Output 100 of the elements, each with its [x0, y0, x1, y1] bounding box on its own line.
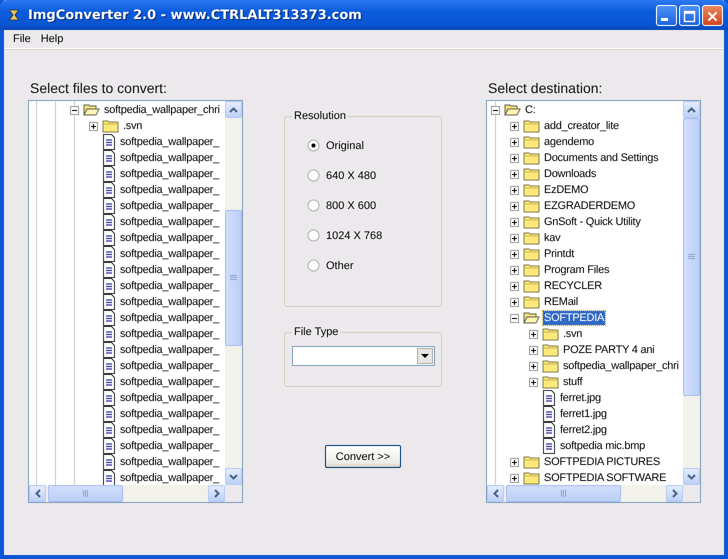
radio-label[interactable]: 640 X 480: [326, 170, 376, 182]
tree-item[interactable]: softpedia_wallpaper_: [119, 135, 220, 149]
tree-item[interactable]: add_creator_lite: [543, 119, 620, 133]
tree-item[interactable]: Program Files: [543, 263, 610, 277]
radio-label[interactable]: 1024 X 768: [326, 230, 382, 242]
maximize-button[interactable]: [679, 4, 700, 26]
tree-item[interactable]: SOFTPEDIA: [543, 311, 606, 325]
scroll-up-button[interactable]: [225, 101, 242, 118]
scroll-thumb[interactable]: [225, 210, 242, 346]
tree-item[interactable]: SOFTPEDIA SOFTWARE: [543, 471, 668, 485]
tree-item[interactable]: softpedia_wallpaper_chri: [103, 103, 221, 117]
tree-item[interactable]: Printdt: [543, 247, 576, 261]
expand-toggle-icon[interactable]: [510, 282, 519, 290]
tree-item[interactable]: C:: [524, 103, 536, 117]
expand-toggle-icon[interactable]: [510, 266, 519, 274]
tree-item[interactable]: Downloads: [543, 167, 598, 181]
expand-toggle-icon[interactable]: [89, 122, 98, 130]
scroll-thumb[interactable]: [48, 485, 123, 502]
expand-toggle-icon[interactable]: [510, 234, 519, 242]
folder-tree[interactable]: [28, 100, 243, 503]
close-button[interactable]: [702, 4, 723, 26]
radio-button[interactable]: [307, 169, 320, 182]
tree-item[interactable]: softpedia mic.bmp: [559, 439, 646, 453]
tree-item[interactable]: .svn: [562, 327, 584, 341]
tree-item[interactable]: kav: [543, 231, 562, 245]
tree-item[interactable]: softpedia_wallpaper_: [119, 439, 220, 453]
tree-item[interactable]: softpedia_wallpaper_: [119, 471, 220, 485]
minimize-button[interactable]: [656, 4, 677, 26]
tree-item[interactable]: ferret.jpg: [559, 391, 602, 405]
tree-item[interactable]: softpedia_wallpaper_: [119, 215, 220, 229]
tree-item[interactable]: .svn: [122, 119, 144, 133]
tree-item[interactable]: softpedia_wallpaper_: [119, 327, 220, 341]
radio-label[interactable]: 800 X 600: [326, 200, 376, 212]
file-type-dropdown[interactable]: [292, 346, 435, 366]
horizontal-scrollbar[interactable]: [487, 485, 683, 502]
expand-toggle-icon[interactable]: [510, 170, 519, 178]
tree-item[interactable]: agendemo: [543, 135, 595, 149]
collapse-toggle-icon[interactable]: [491, 106, 500, 114]
scroll-thumb[interactable]: [683, 118, 700, 396]
tree-item[interactable]: ferret2.jpg: [559, 423, 608, 437]
radio-label[interactable]: Original: [326, 140, 364, 152]
radio-button[interactable]: [307, 199, 320, 212]
folder-tree[interactable]: [486, 100, 701, 503]
expand-toggle-icon[interactable]: [510, 474, 519, 482]
scroll-down-button[interactable]: [225, 468, 242, 485]
scroll-left-button[interactable]: [487, 485, 504, 502]
radio-button[interactable]: [307, 229, 320, 242]
tree-item[interactable]: softpedia_wallpaper_: [119, 311, 220, 325]
scroll-thumb[interactable]: [506, 485, 621, 502]
radio-button[interactable]: [307, 139, 320, 152]
convert-button[interactable]: Convert >>: [325, 445, 401, 468]
expand-toggle-icon[interactable]: [529, 362, 538, 370]
tree-item[interactable]: softpedia_wallpaper_: [119, 167, 220, 181]
tree-item[interactable]: softpedia_wallpaper_: [119, 391, 220, 405]
tree-item[interactable]: softpedia_wallpaper_chri: [562, 359, 680, 373]
tree-item[interactable]: EzDEMO: [543, 183, 590, 197]
radio-button[interactable]: [307, 259, 320, 272]
horizontal-scrollbar[interactable]: [29, 485, 225, 502]
expand-toggle-icon[interactable]: [510, 218, 519, 226]
expand-toggle-icon[interactable]: [529, 330, 538, 338]
expand-toggle-icon[interactable]: [510, 250, 519, 258]
tree-item[interactable]: softpedia_wallpaper_: [119, 359, 220, 373]
scroll-down-button[interactable]: [683, 468, 700, 485]
scroll-up-button[interactable]: [683, 101, 700, 118]
tree-item[interactable]: softpedia_wallpaper_: [119, 199, 220, 213]
radio-label[interactable]: Other: [326, 260, 354, 272]
expand-toggle-icon[interactable]: [510, 122, 519, 130]
tree-item[interactable]: softpedia_wallpaper_: [119, 343, 220, 357]
tree-item[interactable]: softpedia_wallpaper_: [119, 279, 220, 293]
collapse-toggle-icon[interactable]: [510, 314, 519, 322]
vertical-scrollbar[interactable]: [225, 101, 242, 485]
expand-toggle-icon[interactable]: [510, 186, 519, 194]
tree-item[interactable]: softpedia_wallpaper_: [119, 263, 220, 277]
expand-toggle-icon[interactable]: [510, 458, 519, 466]
tree-item[interactable]: POZE PARTY 4 ani: [562, 343, 656, 357]
tree-item[interactable]: GnSoft - Quick Utility: [543, 215, 642, 229]
scroll-right-button[interactable]: [208, 485, 225, 502]
tree-item[interactable]: softpedia_wallpaper_: [119, 407, 220, 421]
tree-item[interactable]: SOFTPEDIA PICTURES: [543, 455, 661, 469]
collapse-toggle-icon[interactable]: [70, 106, 79, 114]
scroll-left-button[interactable]: [29, 485, 46, 502]
expand-toggle-icon[interactable]: [510, 298, 519, 306]
tree-item[interactable]: softpedia_wallpaper_: [119, 423, 220, 437]
expand-toggle-icon[interactable]: [510, 154, 519, 162]
menu-item[interactable]: File: [8, 33, 36, 45]
tree-item[interactable]: stuff: [562, 375, 584, 389]
tree-item[interactable]: softpedia_wallpaper_: [119, 295, 220, 309]
tree-item[interactable]: softpedia_wallpaper_: [119, 183, 220, 197]
tree-item[interactable]: RECYCLER: [543, 279, 603, 293]
expand-toggle-icon[interactable]: [529, 378, 538, 386]
tree-item[interactable]: REMail: [543, 295, 579, 309]
expand-toggle-icon[interactable]: [510, 202, 519, 210]
tree-item[interactable]: softpedia_wallpaper_: [119, 247, 220, 261]
expand-toggle-icon[interactable]: [510, 138, 519, 146]
tree-item[interactable]: Documents and Settings: [543, 151, 660, 165]
tree-item[interactable]: EZGRADERDEMO: [543, 199, 636, 213]
vertical-scrollbar[interactable]: [683, 101, 700, 485]
tree-item[interactable]: softpedia_wallpaper_: [119, 455, 220, 469]
expand-toggle-icon[interactable]: [529, 346, 538, 354]
menu-item[interactable]: Help: [36, 33, 68, 45]
